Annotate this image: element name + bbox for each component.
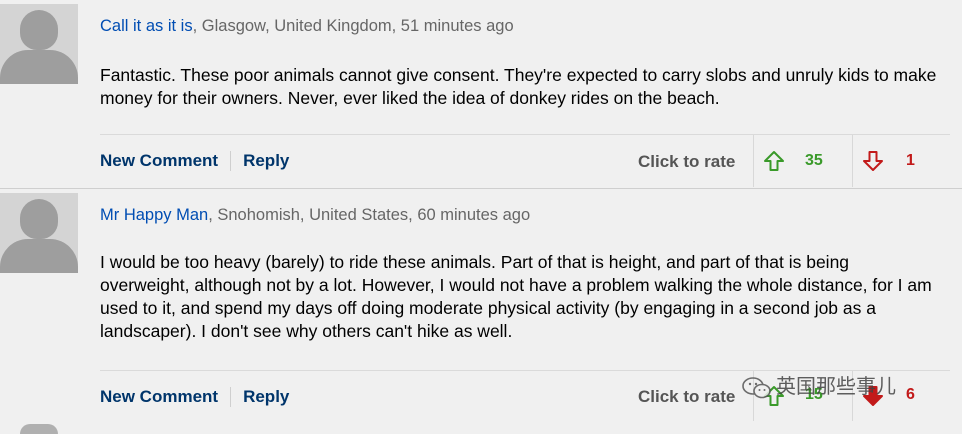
comment-1: Call it as it is, Glasgow, United Kingdo…	[0, 0, 962, 188]
reply-button[interactable]: Reply	[243, 387, 289, 407]
default-avatar-icon	[0, 193, 78, 273]
action-separator	[230, 150, 232, 171]
comment-meta: Call it as it is, Glasgow, United Kingdo…	[100, 17, 514, 36]
thumb-up-arrow-icon[interactable]	[763, 150, 785, 172]
comment-location-time: , Snohomish, United States, 60 minutes a…	[208, 206, 531, 224]
wechat-icon	[742, 376, 771, 399]
divider	[100, 134, 950, 135]
watermark: 英国那些事儿	[742, 370, 896, 400]
click-to-rate-label: Click to rate	[638, 152, 736, 171]
click-to-rate-label: Click to rate	[638, 387, 736, 406]
watermark-text: 英国那些事儿	[776, 376, 896, 398]
new-comment-button[interactable]: New Comment	[100, 151, 218, 171]
author-link[interactable]: Call it as it is	[100, 17, 193, 35]
comment-text: I would be too heavy (barely) to ride th…	[100, 252, 932, 341]
comment-actions: New Comment Reply	[100, 386, 289, 407]
author-link[interactable]: Mr Happy Man	[100, 206, 208, 224]
comment-actions: New Comment Reply	[100, 150, 289, 171]
upvote-count: 35	[805, 152, 823, 169]
comment-meta: Mr Happy Man, Snohomish, United States, …	[100, 206, 530, 225]
default-avatar-icon	[0, 4, 78, 84]
vote-separator	[852, 135, 853, 187]
next-comment-avatar	[20, 424, 58, 434]
downvote-count: 6	[906, 386, 915, 403]
vote-separator	[753, 135, 754, 187]
new-comment-button[interactable]: New Comment	[100, 387, 218, 407]
downvote-count: 1	[906, 152, 915, 169]
action-separator	[230, 386, 232, 407]
reply-button[interactable]: Reply	[243, 151, 289, 171]
comment-text: Fantastic. These poor animals cannot giv…	[100, 65, 937, 108]
comment-location-time: , Glasgow, United Kingdom, 51 minutes ag…	[192, 17, 514, 35]
thumb-down-arrow-icon[interactable]	[862, 150, 884, 172]
